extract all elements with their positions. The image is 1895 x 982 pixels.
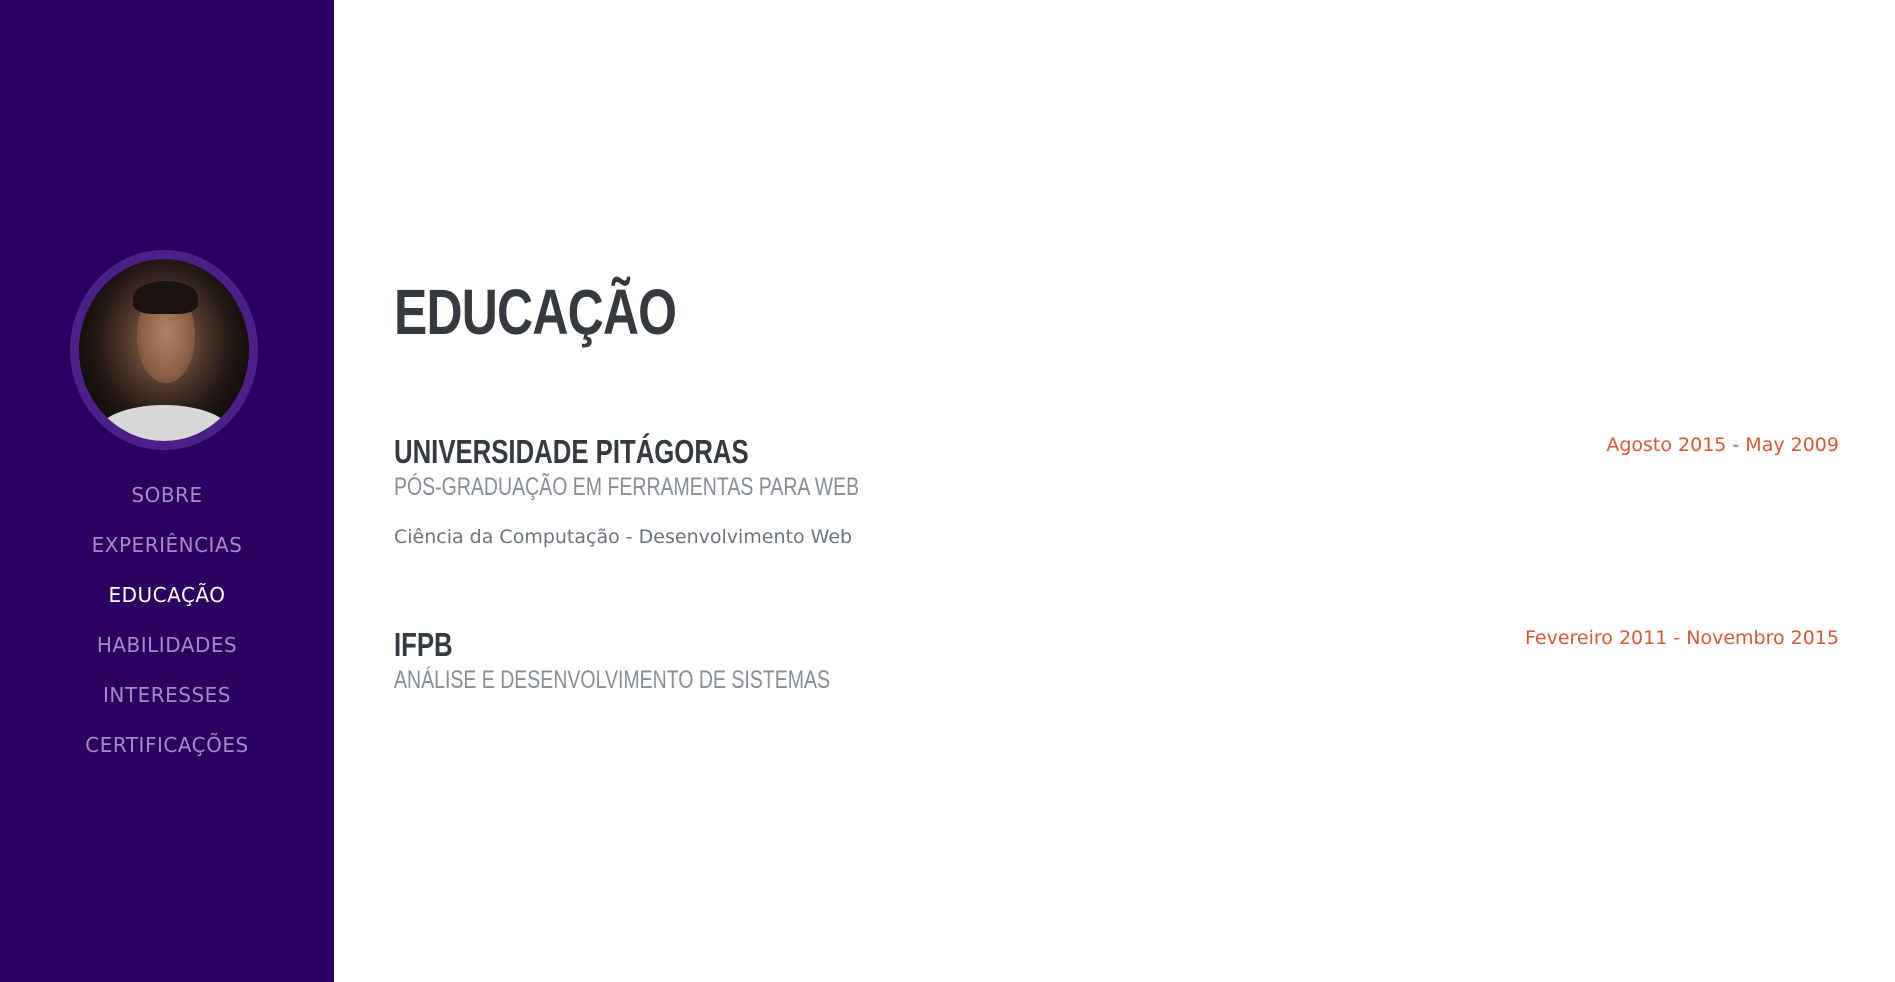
page-title: EDUCAÇÃO	[394, 276, 677, 348]
nav-item-sobre[interactable]: SOBRE	[0, 470, 334, 520]
nav-item-educacao[interactable]: EDUCAÇÃO	[0, 570, 334, 620]
entry-degree: PÓS-GRADUAÇÃO EM FERRAMENTAS PARA WEB	[394, 473, 860, 502]
education-entry: IFPB ANÁLISE E DESENVOLVIMENTO DE SISTEM…	[394, 626, 1839, 695]
education-entry: UNIVERSIDADE PITÁGORAS PÓS-GRADUAÇÃO EM …	[394, 433, 1839, 549]
profile-avatar[interactable]	[70, 250, 258, 450]
entry-institution: IFPB	[394, 626, 453, 663]
avatar-hair	[133, 280, 198, 314]
entry-institution: UNIVERSIDADE PITÁGORAS	[394, 433, 749, 470]
sidebar-nav: SOBRE EXPERIÊNCIAS EDUCAÇÃO HABILIDADES …	[0, 470, 334, 770]
entry-date: Fevereiro 2011 - Novembro 2015	[1525, 627, 1839, 649]
nav-item-experiencias[interactable]: EXPERIÊNCIAS	[0, 520, 334, 570]
nav-item-habilidades[interactable]: HABILIDADES	[0, 620, 334, 670]
entry-degree: ANÁLISE E DESENVOLVIMENTO DE SISTEMAS	[394, 666, 830, 695]
sidebar: SOBRE EXPERIÊNCIAS EDUCAÇÃO HABILIDADES …	[0, 0, 334, 982]
entry-date: Agosto 2015 - May 2009	[1606, 434, 1839, 456]
nav-item-certificacoes[interactable]: CERTIFICAÇÕES	[0, 720, 334, 770]
main-content: EDUCAÇÃO UNIVERSIDADE PITÁGORAS PÓS-GRAD…	[394, 0, 1839, 982]
nav-item-interesses[interactable]: INTERESSES	[0, 670, 334, 720]
avatar-shirt	[96, 404, 232, 441]
entry-description: Ciência da Computação - Desenvolvimento …	[394, 526, 853, 549]
